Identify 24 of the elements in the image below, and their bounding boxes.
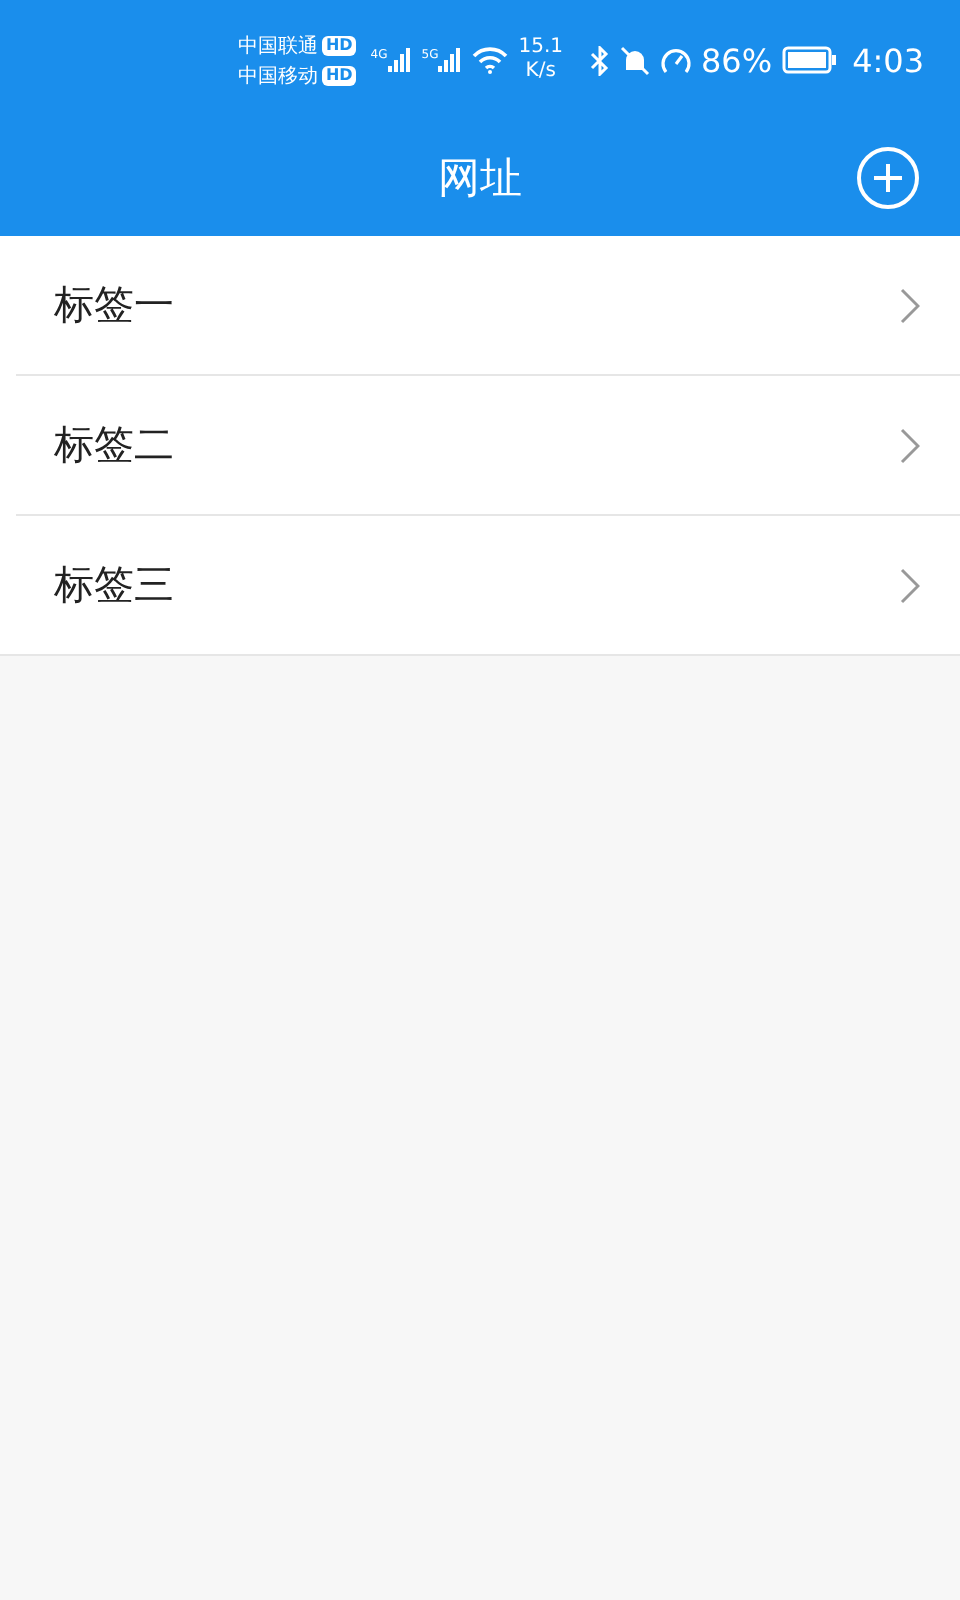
carrier-name: 中国联通: [237, 33, 318, 59]
clock-time: 4:03: [852, 41, 924, 79]
add-button[interactable]: [856, 146, 920, 210]
list-item[interactable]: 标签二: [16, 376, 960, 516]
add-circle-icon: [856, 146, 920, 210]
speed-value: 15.1: [518, 36, 563, 60]
battery-icon: [782, 46, 839, 74]
speedometer-icon: [659, 45, 691, 75]
bluetooth-icon: [589, 45, 609, 75]
battery-percent: 86%: [701, 41, 773, 79]
speed-unit: K/s: [525, 60, 556, 84]
hd-badge: HD: [321, 35, 357, 55]
hd-badge: HD: [321, 65, 357, 85]
chevron-right-icon: [900, 427, 920, 463]
carrier-name: 中国移动: [237, 63, 318, 89]
list-item[interactable]: 标签一: [16, 236, 960, 376]
signal-icon: [438, 48, 463, 72]
list-item[interactable]: 标签三: [0, 516, 960, 656]
page-title: 网址: [438, 152, 522, 206]
signal-icon: [387, 48, 412, 72]
chevron-right-icon: [900, 287, 920, 323]
wifi-icon: [472, 46, 509, 74]
chevron-right-icon: [900, 567, 920, 603]
bell-off-icon: [619, 45, 649, 75]
